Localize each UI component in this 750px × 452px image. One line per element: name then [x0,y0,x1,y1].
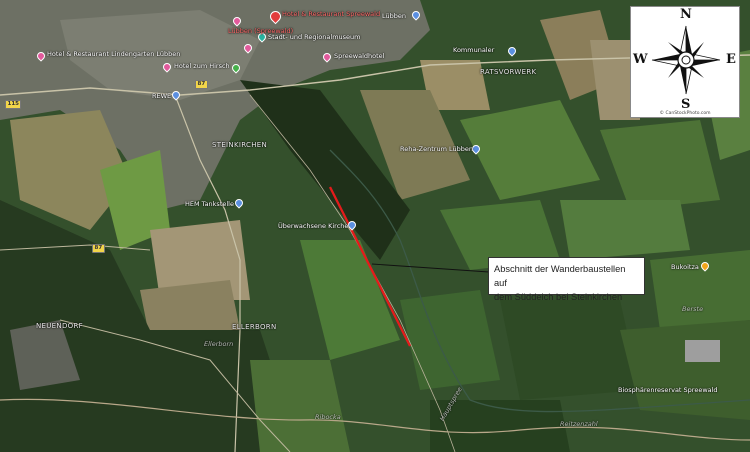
label-hotel-spreewald[interactable]: Hotel & Restaurant Spreewald [282,10,380,18]
industrial-patch [685,340,720,362]
label-hotel-hirsch[interactable]: Hotel zum Hirsch [174,62,230,70]
field-e-2 [560,200,690,260]
label-berste: Berste [682,305,704,313]
label-rewe[interactable]: REWE [152,92,171,100]
label-neuendorf[interactable]: NEUENDORF [36,322,83,330]
callout-line-2: dem Süddeich bei Steinkirchen [494,292,623,302]
label-luebben-top[interactable]: Lübben [382,12,406,20]
label-stadt-museum[interactable]: Stadt- und Regionalmuseum [268,33,361,41]
field-e-3 [650,250,750,330]
compass-rose: N S E W © CanStockPhoto.com [630,6,740,118]
field-s-3 [500,300,640,400]
road-badge-115: 115 [5,100,22,109]
label-bukoitza[interactable]: Bukoitza [671,263,699,271]
road-badge-87: 87 [195,80,208,89]
callout-line-1: Abschnitt der Wanderbaustellen auf [494,264,626,288]
label-ratsvorwerk[interactable]: RATSVORWERK [480,68,536,76]
label-spreewaldhotel[interactable]: Spreewaldhotel [334,52,384,60]
label-biosphaerenreservat[interactable]: Biosphärenreservat Spreewald [618,386,718,394]
label-hem-tankstelle[interactable]: HEM Tankstelle [185,200,234,208]
callout-box: Abschnitt der Wanderbaustellen auf dem S… [488,257,645,302]
road-badge-87-south: 87 [92,244,105,253]
label-ellerborn-small: Ellerborn [204,340,234,348]
label-reha-zentrum[interactable]: Reha-Zentrum Lübben [400,145,473,153]
label-ribocka: Ribocka [315,413,341,421]
compass-north: N [680,7,692,22]
compass-east: E [726,52,736,67]
label-ellerborn[interactable]: ELLERBORN [232,323,277,331]
compass-south: S [681,97,691,112]
label-hotel-lindengarten[interactable]: Hotel & Restaurant Lindengarten Lübben [47,50,180,58]
compass-credit: © CanStockPhoto.com [659,111,711,116]
label-ueberwachsene-kirche[interactable]: Überwachsene Kirche [278,222,348,230]
label-reitzenzahl: Reitzenzahl [560,420,598,428]
label-steinkirchen[interactable]: STEINKIRCHEN [212,141,267,149]
compass-west: W [633,52,648,67]
label-kommunaler[interactable]: Kommunaler [453,46,494,54]
